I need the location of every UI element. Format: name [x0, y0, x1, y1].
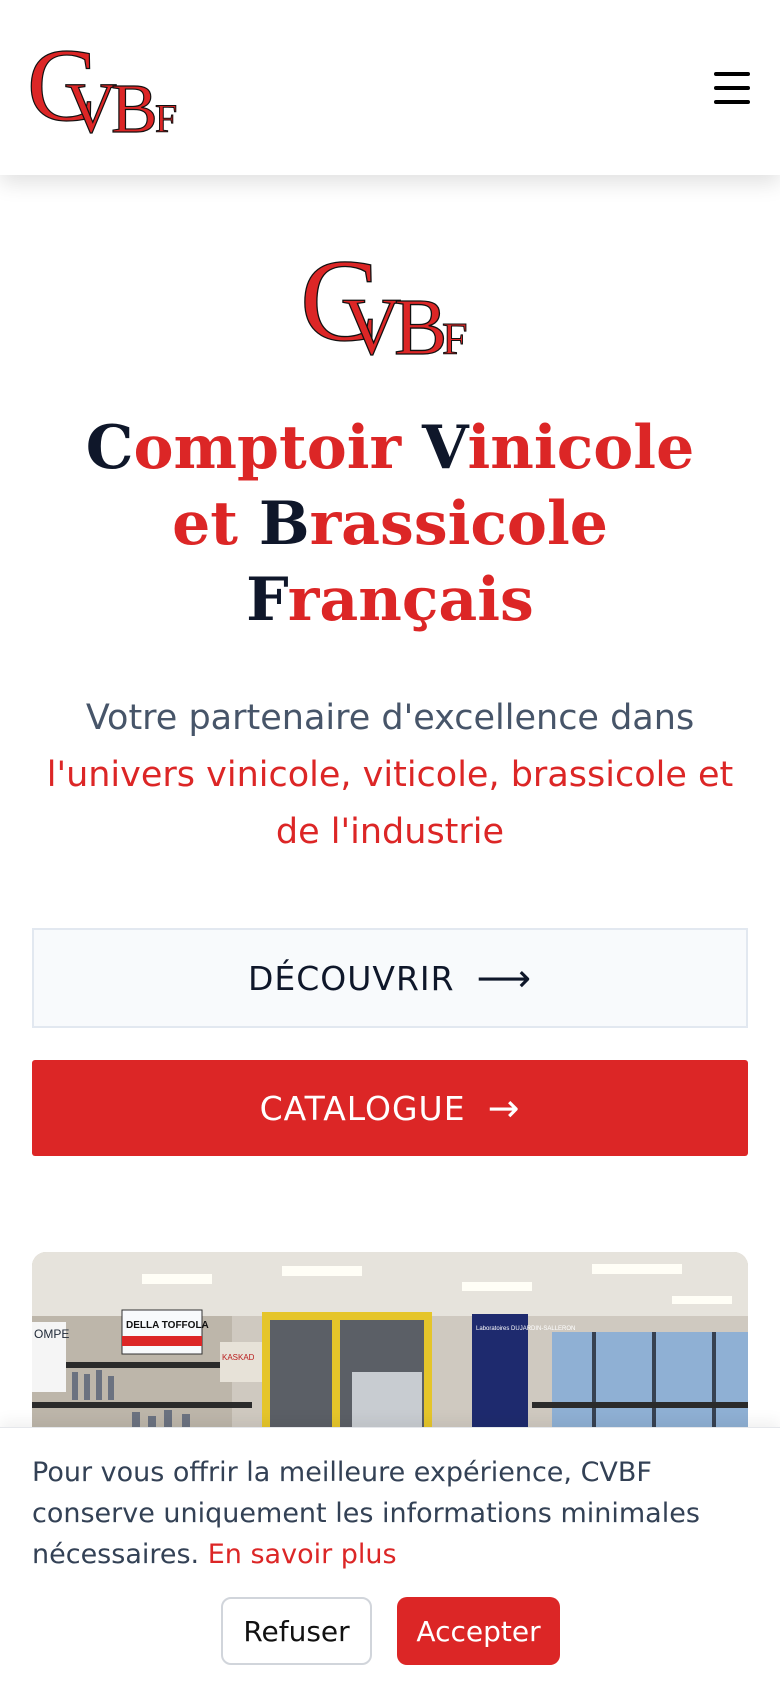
sign-laboratoires: Laboratoires DUJARDIN-SALLERON	[476, 1326, 575, 1332]
cookie-learn-more-link[interactable]: En savoir plus	[208, 1539, 397, 1570]
arrow-right-icon: ⟶	[476, 956, 533, 1000]
cvbf-logo[interactable]: C V B F	[27, 28, 192, 148]
svg-text:F: F	[155, 96, 177, 141]
hero-logo: C V B F	[300, 236, 468, 370]
site-header: C V B F	[0, 0, 780, 175]
svg-text:V: V	[342, 281, 401, 370]
sign-ompe: OMPE	[34, 1327, 69, 1341]
discover-label: DÉCOUVRIR	[247, 958, 455, 998]
tagline-text: Votre partenaire d'excellence dans	[85, 698, 695, 738]
hero-tagline: Votre partenaire d'excellence dans l'uni…	[40, 690, 740, 861]
cookie-message: Pour vous offrir la meilleure expérience…	[32, 1457, 700, 1570]
cookie-refuse-button[interactable]: Refuser	[221, 1597, 372, 1665]
cookie-accept-button[interactable]: Accepter	[397, 1597, 560, 1665]
sign-kaskad: KASKAD	[222, 1353, 255, 1362]
cookie-banner: Pour vous offrir la meilleure expérience…	[0, 1427, 780, 1688]
svg-text:B: B	[111, 71, 158, 148]
catalog-label: CATALOGUE	[259, 1088, 466, 1128]
catalog-button[interactable]: CATALOGUE →	[32, 1060, 748, 1156]
svg-text:V: V	[65, 68, 117, 148]
arrow-right-icon: →	[487, 1086, 521, 1130]
sign-della-toffola: DELLA TOFFOLA	[126, 1320, 209, 1331]
hero-title: Comptoir Vinicole et Brassicole Français	[85, 413, 695, 635]
tagline-accent: l'univers vinicole, viticole, brassicole…	[46, 755, 734, 852]
svg-text:B: B	[394, 284, 447, 370]
svg-text:F: F	[442, 313, 468, 364]
discover-button[interactable]: DÉCOUVRIR ⟶	[32, 928, 748, 1028]
hamburger-icon	[714, 72, 750, 76]
hamburger-menu-button[interactable]	[706, 66, 758, 110]
